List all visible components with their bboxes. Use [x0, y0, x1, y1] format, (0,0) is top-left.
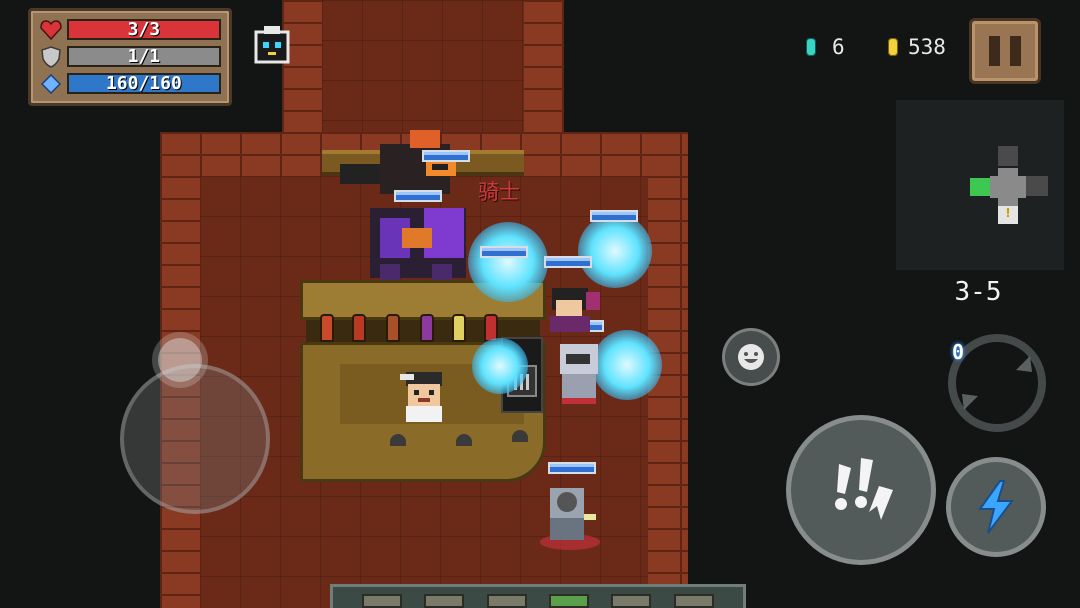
smiley-icon	[738, 344, 764, 370]
weapon-slot[interactable]	[673, 594, 714, 608]
attack-button[interactable]	[786, 415, 936, 565]
bar-stool	[390, 434, 406, 446]
minimap-room	[1026, 176, 1048, 196]
enemy-health-bar	[394, 190, 442, 202]
coin-icon	[888, 38, 898, 56]
weapon-slot[interactable]	[362, 594, 403, 608]
weapon-slot[interactable]	[424, 594, 465, 608]
attack-burst-icon	[835, 458, 893, 520]
coin-count: 538	[908, 35, 946, 59]
shield-icon	[39, 45, 63, 68]
health-value: 3/3	[127, 19, 161, 40]
minimap-corridor	[998, 168, 1018, 206]
enemy-name-label: 骑士	[478, 180, 520, 204]
ice-orb-projectile	[578, 214, 652, 288]
bottle	[386, 314, 400, 342]
bottle	[320, 314, 334, 342]
gem-count: 6	[832, 35, 845, 59]
coin-counter: 538	[888, 36, 946, 58]
bottle	[420, 314, 434, 342]
pause-icon	[989, 36, 1000, 66]
player-overhead-bar	[548, 462, 596, 474]
skill-button[interactable]	[946, 457, 1046, 557]
minimap-player-marker	[970, 178, 990, 196]
emote-button[interactable]	[722, 328, 780, 386]
energy-value: 160/160	[105, 73, 182, 94]
health-bar: 3/3	[66, 19, 221, 40]
weapon-slot[interactable]	[611, 594, 652, 608]
bottle	[352, 314, 366, 342]
armor-row: 1/1	[39, 43, 221, 70]
bar-stool	[456, 434, 472, 446]
weapon-hotbar	[330, 584, 746, 608]
weapon-energy-cost: 0	[951, 340, 965, 364]
bar-stool	[512, 430, 528, 442]
enemy-health-bar	[544, 256, 592, 268]
weapon-slot[interactable]	[486, 594, 527, 608]
energy-row: 160/160	[39, 70, 221, 97]
bartender-npc[interactable]	[398, 366, 450, 424]
movement-joystick[interactable]	[120, 364, 270, 514]
heart-icon	[39, 19, 63, 41]
bottle	[452, 314, 466, 342]
armored-enemy[interactable]	[554, 340, 604, 406]
gem-icon	[806, 38, 816, 56]
minimap[interactable]: !	[896, 100, 1064, 270]
pause-icon	[1010, 36, 1021, 66]
diamond-icon	[39, 73, 63, 95]
enemy-health-bar	[590, 210, 638, 222]
enemy-health-bar	[422, 150, 470, 162]
ice-orb-projectile	[468, 222, 548, 302]
energy-bar: 160/160	[66, 73, 221, 94]
stats-panel: 3/3 1/1 160/160	[28, 8, 232, 106]
dark-knight-enemy[interactable]	[362, 188, 474, 284]
corridor-floor	[322, 0, 524, 150]
health-row: 3/3	[39, 16, 221, 43]
minimap-alert-icon: !	[998, 206, 1018, 224]
ice-orb-projectile	[472, 338, 528, 394]
lightning-icon	[978, 480, 1014, 534]
armor-value: 1/1	[127, 46, 161, 67]
minimap-room	[998, 146, 1018, 166]
joystick-knob[interactable]	[158, 338, 202, 382]
armor-bar: 1/1	[66, 46, 221, 67]
weapon-slot[interactable]	[549, 594, 590, 608]
dark-haired-enemy[interactable]	[546, 284, 602, 334]
buff-status-icon[interactable]	[252, 24, 292, 68]
gem-counter: 6	[806, 36, 845, 58]
pause-button[interactable]	[969, 18, 1041, 84]
enemy-health-bar	[480, 246, 528, 258]
player-character	[540, 488, 600, 550]
level-indicator: 3-5	[954, 277, 1002, 307]
